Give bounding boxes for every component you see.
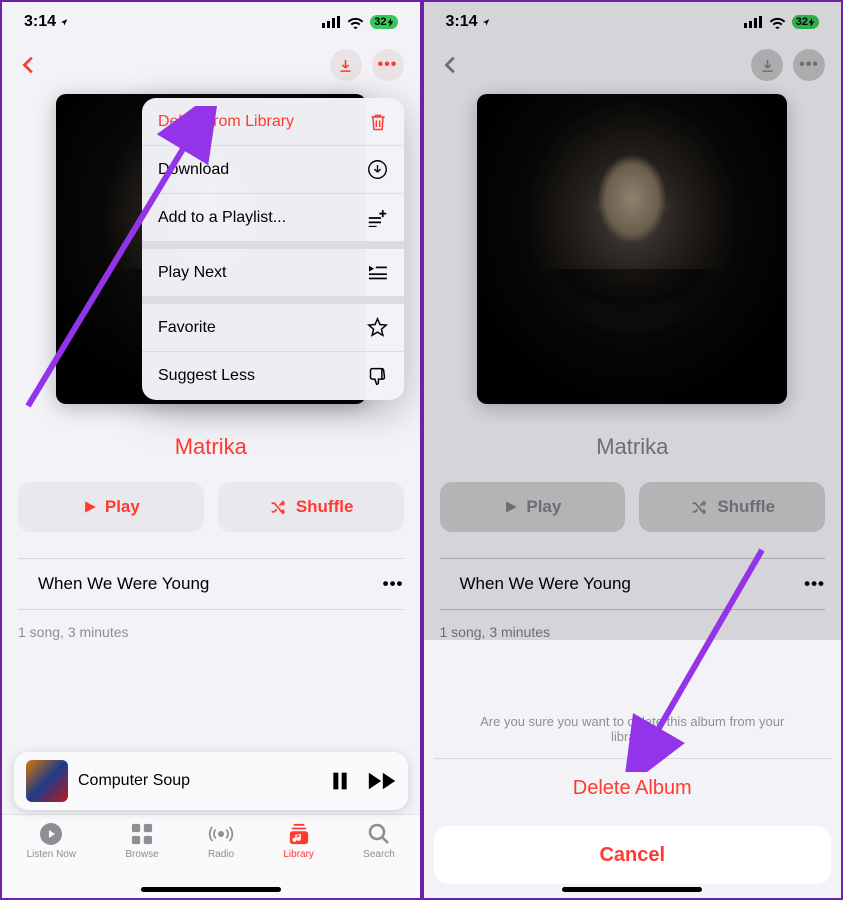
star-icon (367, 317, 388, 338)
album-meta: 1 song, 3 minutes (440, 624, 551, 640)
thumbs-down-icon (367, 366, 388, 387)
tab-listen-now[interactable]: Listen Now (27, 821, 76, 898)
location-icon (60, 17, 68, 28)
now-playing-bar[interactable]: Computer Soup (14, 752, 408, 810)
wifi-icon (347, 16, 364, 29)
trash-icon (368, 111, 388, 133)
home-indicator (562, 887, 702, 892)
track-title: When We Were Young (18, 574, 209, 594)
battery-badge: 32 (370, 15, 397, 29)
annotation-arrow (20, 106, 230, 416)
status-bar: 3:14 32 (2, 2, 420, 42)
shuffle-icon (268, 499, 288, 516)
radio-icon (208, 823, 234, 845)
playlist-add-icon (367, 209, 388, 227)
cellular-icon (322, 16, 341, 28)
shuffle-button[interactable]: Shuffle (639, 482, 825, 532)
nav-bar: ••• (2, 42, 420, 88)
now-playing-art (26, 760, 68, 802)
album-title: Matrika (596, 434, 668, 460)
forward-icon[interactable] (368, 771, 396, 791)
battery-badge: 32 (792, 15, 819, 29)
more-button[interactable]: ••• (793, 49, 825, 81)
tab-bar: Listen Now Browse Radio Library Search (2, 814, 420, 898)
track-row[interactable]: When We Were Young ••• (18, 558, 404, 610)
track-title: When We Were Young (440, 574, 631, 594)
wifi-icon (769, 16, 786, 29)
play-circle-icon (39, 822, 63, 846)
track-more-icon[interactable]: ••• (804, 574, 825, 594)
play-button[interactable]: Play (18, 482, 204, 532)
home-indicator (141, 887, 281, 892)
play-icon (503, 499, 518, 515)
screenshot-right: 3:14 32 ••• Matrika (422, 0, 843, 900)
now-playing-title: Computer Soup (78, 772, 320, 790)
status-bar: 3:14 32 (424, 2, 842, 42)
back-button[interactable] (18, 54, 40, 76)
play-next-icon (367, 264, 388, 281)
download-button[interactable] (751, 49, 783, 81)
nav-bar: ••• (424, 42, 842, 88)
tab-library[interactable]: Library (283, 821, 314, 898)
pause-icon[interactable] (330, 770, 350, 792)
play-button[interactable]: Play (440, 482, 626, 532)
play-icon (82, 499, 97, 515)
track-more-icon[interactable]: ••• (383, 574, 404, 594)
shuffle-icon (689, 499, 709, 516)
tab-search[interactable]: Search (363, 821, 395, 898)
cellular-icon (744, 16, 763, 28)
back-button[interactable] (440, 54, 462, 76)
album-title: Matrika (175, 434, 247, 460)
album-meta: 1 song, 3 minutes (18, 624, 129, 640)
library-icon (287, 823, 311, 845)
download-circle-icon (367, 159, 388, 180)
download-button[interactable] (330, 49, 362, 81)
sheet-cancel[interactable]: Cancel (434, 826, 832, 884)
search-icon (367, 822, 391, 846)
location-icon (482, 17, 490, 28)
annotation-arrow (604, 542, 774, 772)
clock: 3:14 (446, 13, 478, 31)
album-art (477, 94, 787, 404)
more-button[interactable]: ••• (372, 49, 404, 81)
clock: 3:14 (24, 13, 56, 31)
shuffle-button[interactable]: Shuffle (218, 482, 404, 532)
screenshot-left: 3:14 32 ••• Matrika (0, 0, 422, 900)
grid-icon (131, 823, 153, 845)
